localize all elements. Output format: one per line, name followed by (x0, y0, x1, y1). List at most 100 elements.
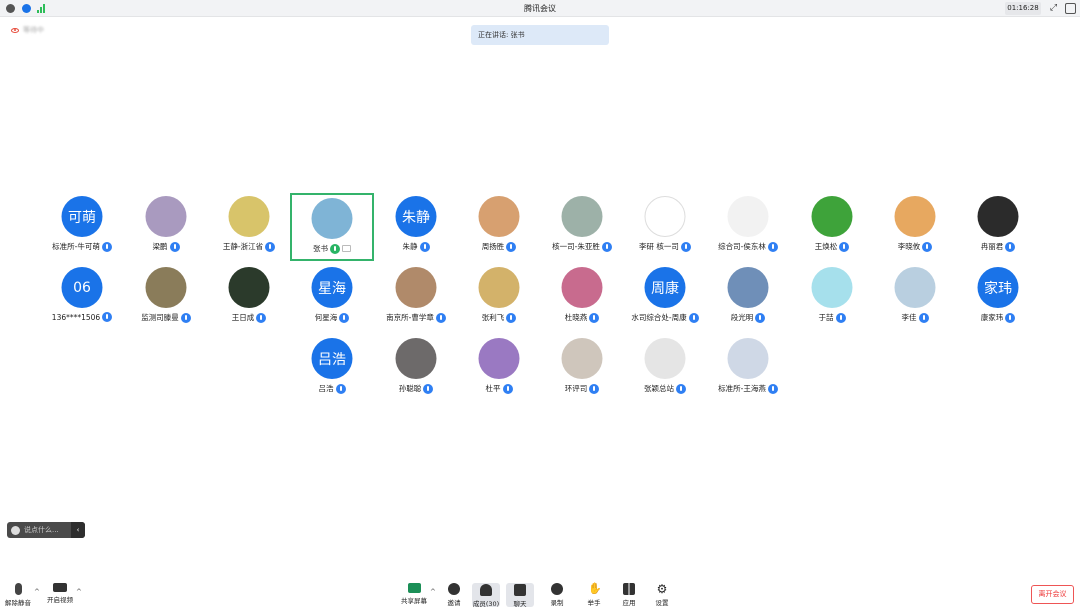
camera-off-icon (53, 583, 67, 592)
participant-tile[interactable]: 可萌 标准所-牛可萌 (40, 193, 124, 261)
participant-tile[interactable]: 杜晓燕 (540, 264, 624, 332)
raise-hand-button[interactable]: ✋ 举手 (580, 583, 608, 608)
apps-button[interactable]: 应用 (615, 583, 643, 607)
participant-tile[interactable]: 南京所-曹学章 (374, 264, 458, 332)
participant-tile[interactable]: 环评司 (540, 335, 624, 403)
participant-tile[interactable]: 杜平 (457, 335, 541, 403)
participant-name: 标准所-王海燕 (718, 384, 766, 393)
add-user-icon (448, 583, 460, 595)
participant-tile[interactable]: 于喆 (790, 264, 874, 332)
fullscreen-icon[interactable]: ⤢ (1048, 3, 1059, 14)
record-label: 录制 (550, 599, 564, 607)
participant-avatar (145, 267, 187, 308)
chat-button[interactable]: 聊天 (506, 583, 534, 608)
mic-icon (506, 312, 517, 323)
participant-tile[interactable]: 综合司-侯东林 (706, 193, 790, 261)
mic-icon (839, 241, 850, 252)
participant-avatar (811, 196, 853, 237)
participant-name: 环评司 (564, 384, 588, 393)
title-bar: 腾讯会议 01:16:28 ⤢ (0, 0, 1080, 17)
participant-tile[interactable]: 标准所-王海燕 (706, 335, 790, 403)
invite-button[interactable]: 邀请 (440, 583, 468, 607)
video-options-chevron-icon[interactable]: ^ (76, 588, 82, 596)
participant-name: 李晓攸 (897, 242, 921, 251)
share-options-chevron-icon[interactable]: ^ (430, 588, 436, 596)
settings-button[interactable]: ⚙ 设置 (648, 583, 676, 607)
members-label: 成员(30) (472, 600, 500, 608)
participant-tile[interactable]: 张利飞 (457, 264, 541, 332)
sidebar-toggle-icon[interactable] (1065, 3, 1076, 14)
participant-tile[interactable]: 朱静 朱静 (374, 193, 458, 261)
participant-name: 张利飞 (481, 313, 505, 322)
participant-name-row: 冉丽君 (956, 241, 1040, 252)
participant-tile[interactable]: 星海 何星海 (290, 264, 374, 332)
participant-tile[interactable]: 段光明 (706, 264, 790, 332)
participant-avatar: 周康 (644, 267, 686, 308)
participant-tile[interactable]: 王焕松 (790, 193, 874, 261)
participant-tile[interactable]: 梁鹏 (124, 193, 208, 261)
participant-tile[interactable]: 张颖总站 (623, 335, 707, 403)
participant-avatar (311, 198, 353, 239)
participant-avatar (395, 338, 437, 379)
meeting-timer: 01:16:28 (1005, 2, 1041, 15)
collapse-chevron-icon[interactable]: ‹ (71, 522, 85, 538)
participant-tile[interactable]: 冉丽君 (956, 193, 1040, 261)
chat-label: 聊天 (513, 600, 527, 608)
mic-icon (102, 312, 113, 322)
participant-name-row: 王静-浙江省 (207, 241, 291, 252)
mic-off-icon (14, 583, 22, 595)
share-screen-button[interactable]: 共享屏幕 (400, 583, 428, 605)
mic-icon (589, 312, 600, 323)
settings-label: 设置 (655, 599, 669, 607)
participant-name-row: 标准所-牛可萌 (40, 241, 124, 252)
participant-name: 张颖总站 (644, 384, 674, 393)
participant-tile[interactable]: 周扬胜 (457, 193, 541, 261)
mic-icon (680, 241, 691, 252)
participant-name: 王焕松 (814, 242, 838, 251)
participant-tile[interactable]: 家玮 康家玮 (956, 264, 1040, 332)
participant-tile[interactable]: 李佳 (873, 264, 957, 332)
recording-indicator: 等待中 (11, 25, 44, 35)
mic-icon (601, 241, 612, 252)
start-video-button[interactable]: 开启视频 (46, 583, 74, 604)
participant-tile[interactable]: 王静-浙江省 (207, 193, 291, 261)
participant-tile[interactable]: 王日成 (207, 264, 291, 332)
participant-name-row: 张书 (292, 243, 372, 254)
participant-name: 孙聪聪 (398, 384, 422, 393)
participant-tile[interactable]: 李晓攸 (873, 193, 957, 261)
participant-tile[interactable]: 吕浩 吕浩 (290, 335, 374, 403)
participant-tile[interactable]: 周康 水司综合处-周康 (623, 264, 707, 332)
eye-icon (11, 27, 19, 33)
audio-options-chevron-icon[interactable]: ^ (34, 588, 40, 596)
participant-tile[interactable]: 李研 核一司 (623, 193, 707, 261)
participant-avatar: 家玮 (977, 267, 1019, 308)
participant-tile[interactable]: 06 136****1506 (40, 264, 124, 332)
participant-name: 杜平 (485, 384, 501, 393)
emoji-icon[interactable] (11, 525, 20, 535)
record-button[interactable]: 录制 (543, 583, 571, 607)
participant-name-row: 李佳 (873, 312, 957, 323)
mic-icon (755, 312, 766, 323)
chat-input[interactable]: 说点什么... (24, 525, 59, 535)
participant-avatar: 吕浩 (311, 338, 353, 379)
mic-icon (435, 312, 446, 323)
participant-name-row: 李晓攸 (873, 241, 957, 252)
chat-input-bar[interactable]: 说点什么... ‹ (7, 522, 85, 538)
participant-tile[interactable]: 孙聪聪 (374, 335, 458, 403)
mic-icon (506, 241, 517, 252)
window-title: 腾讯会议 (524, 4, 556, 13)
unmute-button[interactable]: 解除静音 (4, 583, 32, 607)
participant-tile[interactable]: 张书 (290, 193, 374, 261)
participant-avatar (727, 338, 769, 379)
participant-avatar (478, 338, 520, 379)
leave-meeting-button[interactable]: 离开会议 (1031, 585, 1074, 604)
mic-icon (180, 312, 191, 323)
participant-name-row: 核一司-朱亚胜 (540, 241, 624, 252)
participant-name: 王静-浙江省 (222, 242, 264, 251)
participant-tile[interactable]: 核一司-朱亚胜 (540, 193, 624, 261)
participant-tile[interactable]: 监测司滕曼 (124, 264, 208, 332)
members-button[interactable]: 成员(30) (472, 583, 500, 608)
participant-avatar (727, 267, 769, 308)
participant-avatar (727, 196, 769, 237)
participant-name-row: 梁鹏 (124, 241, 208, 252)
